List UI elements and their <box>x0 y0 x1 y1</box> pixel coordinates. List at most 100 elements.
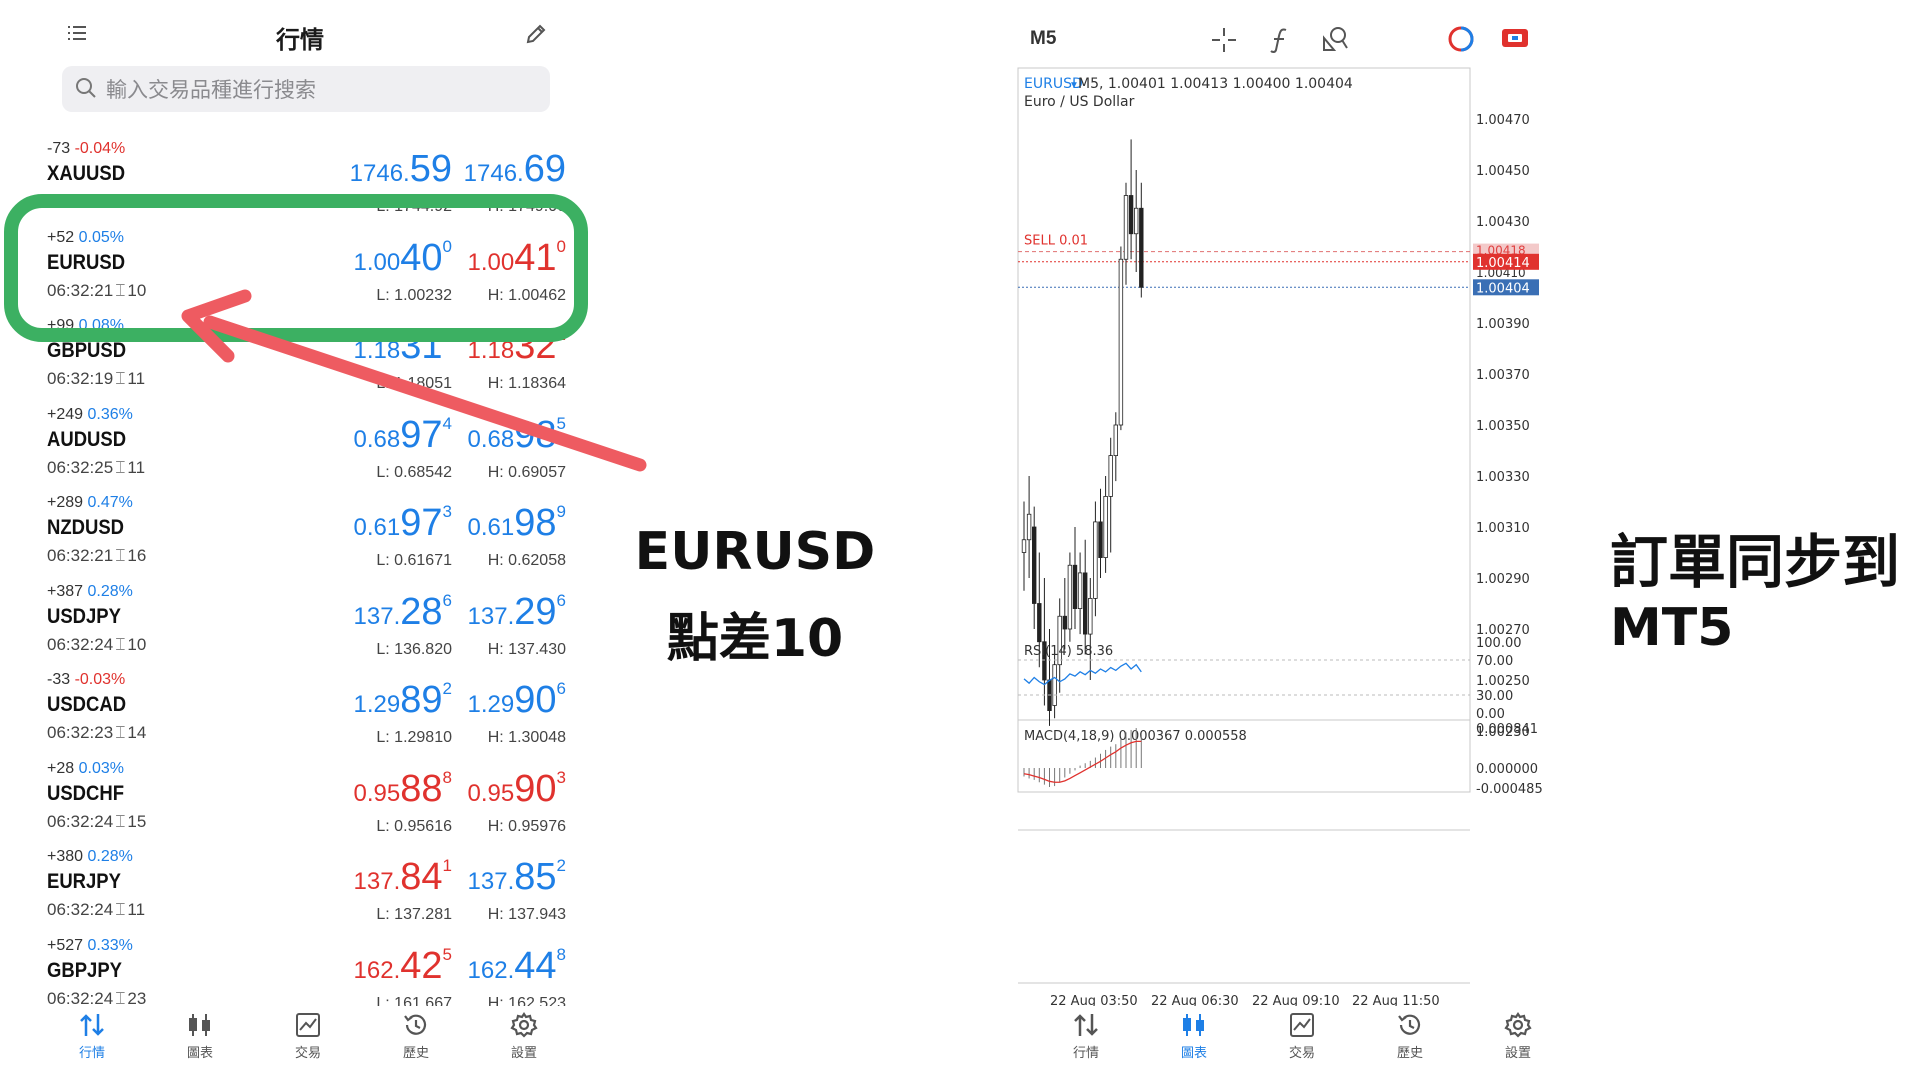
spread-icon: ⌶ <box>115 988 126 1008</box>
spread-value: 15 <box>127 811 147 831</box>
chart-icon <box>1154 1012 1234 1038</box>
sell-order-label: SELL 0.01 <box>1024 234 1088 249</box>
spread-icon: ⌶ <box>115 811 126 831</box>
high-price: H: 137.430 <box>487 640 566 658</box>
candle-body <box>1108 455 1113 497</box>
nav-label: 交易 <box>294 1045 321 1060</box>
candle-body <box>1083 572 1088 635</box>
price-axis-label: 1.00470 <box>1476 113 1530 128</box>
ask-price[interactable]: 0.95903 <box>454 768 566 811</box>
macd-signal-line <box>1023 740 1142 783</box>
quote-row-usdchf[interactable]: +28 0.03% USDCHF 06:32:24 ⌶ 15 0.95888 0.95903… <box>0 756 600 844</box>
nav-label: 歷史 <box>402 1045 429 1060</box>
nav-trade[interactable]: 交易 <box>268 1012 348 1061</box>
ask-price-tag-text: 1.00414 <box>1476 256 1530 271</box>
nav-chart[interactable]: 圖表 <box>160 1012 240 1061</box>
rsi-axis-label: 70.00 <box>1476 654 1513 669</box>
one-click-trade-icon[interactable] <box>1446 24 1476 59</box>
spread-icon: ⌶ <box>115 900 126 919</box>
nav-settings[interactable]: 設置 <box>1478 1012 1558 1061</box>
candle-body <box>1077 572 1083 609</box>
change-text: +527 0.33% <box>47 936 133 954</box>
low-price: L: 0.95616 <box>376 817 452 835</box>
bottom-nav: 行情 圖表 交易 歷史 設置 <box>0 1006 600 1080</box>
symbol-name: EURJPY <box>47 870 121 893</box>
price-axis-label: 1.00370 <box>1476 368 1530 383</box>
macd-axis-label: 0.000000 <box>1476 762 1538 777</box>
chart-frame <box>1017 67 1471 793</box>
quote-row-nzdusd[interactable]: +289 0.47% NZDUSD 06:32:21 ⌶ 16 0.61973 0.6198… <box>0 490 600 578</box>
price-axis-label: 1.00390 <box>1476 317 1530 332</box>
spread-value: 14 <box>127 723 147 742</box>
time-axis-label: 22 Aug 03:50 <box>1050 994 1138 1006</box>
candle-body <box>1093 521 1098 599</box>
low-price: L: 1.29810 <box>376 729 452 746</box>
rsi-axis-label: 0.00 <box>1476 707 1505 722</box>
timeframe-button[interactable]: M5 <box>1030 28 1056 50</box>
nav-label: 圖表 <box>186 1045 213 1060</box>
nav-history[interactable]: 歷史 <box>1370 1012 1450 1061</box>
price-axis-label: 1.00430 <box>1476 215 1530 230</box>
candle-body <box>1031 526 1037 604</box>
nav-trade[interactable]: 交易 <box>1262 1012 1342 1061</box>
macd-axis-label: -0.000485 <box>1476 782 1543 797</box>
bid-price[interactable]: 0.61973 <box>340 502 452 545</box>
candle-body <box>1072 564 1078 609</box>
candle-body <box>1052 664 1057 706</box>
bid-price[interactable]: 137.286 <box>340 591 452 634</box>
nav-settings[interactable]: 設置 <box>484 1012 564 1061</box>
bid-price[interactable]: 0.95888 <box>340 768 452 811</box>
annotation-right-line1: 訂單同步到 <box>1610 528 1901 596</box>
candle-body <box>1123 195 1129 260</box>
quote-row-usdcad[interactable]: -33 -0.03% USDCAD 06:32:23 ⌶ 14 1.29892 1.2990… <box>0 667 600 755</box>
high-price: H: 0.95976 <box>487 817 566 835</box>
high-price: H: 1.30048 <box>487 729 566 746</box>
nav-label: 行情 <box>78 1045 105 1060</box>
chart-screen: M5 EURUSD M5, 1.00401 1.00413 1.00400 1.0… <box>1010 0 1570 1080</box>
candle-body <box>1103 495 1108 558</box>
nav-label: 交易 <box>1288 1045 1315 1060</box>
spread-icon: ⌶ <box>115 634 126 654</box>
price-axis-label: 1.00250 <box>1476 674 1530 689</box>
new-order-icon[interactable] <box>1500 26 1530 55</box>
candle-body <box>1037 603 1042 643</box>
bid-price[interactable]: 137.841 <box>340 856 452 899</box>
annotation-left-line2: 點差10 <box>666 609 844 669</box>
change-text: +387 0.28% <box>47 582 133 600</box>
ask-price[interactable]: 137.296 <box>454 591 566 634</box>
nav-label: 設置 <box>510 1045 537 1060</box>
nav-quotes[interactable]: 行情 <box>1046 1012 1126 1061</box>
rsi-axis-label: 30.00 <box>1476 689 1513 704</box>
symbol-name: NZDUSD <box>47 516 124 539</box>
quote-row-usdjpy[interactable]: +387 0.28% USDJPY 06:32:24 ⌶ 10 137.286 137.29… <box>0 579 600 667</box>
macd-axis-label: 0.000841 <box>1476 722 1538 737</box>
price-chart[interactable]: EURUSDM5, 1.00401 1.00413 1.00400 1.0040… <box>1010 66 1570 1006</box>
candle-body <box>1067 564 1073 630</box>
candle-body <box>1088 598 1093 635</box>
nav-history[interactable]: 歷史 <box>376 1012 456 1061</box>
ask-price[interactable]: 0.61989 <box>454 502 566 545</box>
objects-shapes-icon[interactable] <box>1320 24 1350 59</box>
high-price: H: 0.62058 <box>487 552 566 569</box>
symbol-name: GBPJPY <box>47 958 122 982</box>
nav-quotes[interactable]: 行情 <box>52 1012 132 1061</box>
symbol-name: USDCHF <box>47 781 124 805</box>
quote-time: 06:32:24 ⌶ 15 <box>47 811 147 831</box>
nav-chart[interactable]: 圖表 <box>1154 1012 1234 1061</box>
ask-price[interactable]: 1.29906 <box>454 679 566 722</box>
indicator-f-icon[interactable] <box>1268 26 1292 59</box>
symbol-dropdown-icon[interactable]: ▼ <box>1069 80 1079 91</box>
chart-ohlc-line: M5, 1.00401 1.00413 1.00400 1.00404 <box>1078 76 1353 92</box>
price-axis-label: 1.00330 <box>1476 470 1530 485</box>
trade-icon <box>1262 1012 1342 1038</box>
quote-row-eurjpy[interactable]: +380 0.28% EURJPY 06:32:24 ⌶ 11 137.841 137.85… <box>0 844 600 932</box>
ask-price[interactable]: 162.448 <box>454 945 566 988</box>
crosshair-icon[interactable] <box>1210 26 1238 59</box>
ask-price[interactable]: 137.852 <box>454 856 566 899</box>
bid-price[interactable]: 1.29892 <box>340 679 452 722</box>
time-axis-label: 22 Aug 09:10 <box>1252 994 1340 1006</box>
annotation-arrow <box>181 289 647 472</box>
change-text: +28 0.03% <box>47 759 124 777</box>
candle-body <box>1128 195 1134 235</box>
bid-price[interactable]: 162.425 <box>340 945 452 988</box>
